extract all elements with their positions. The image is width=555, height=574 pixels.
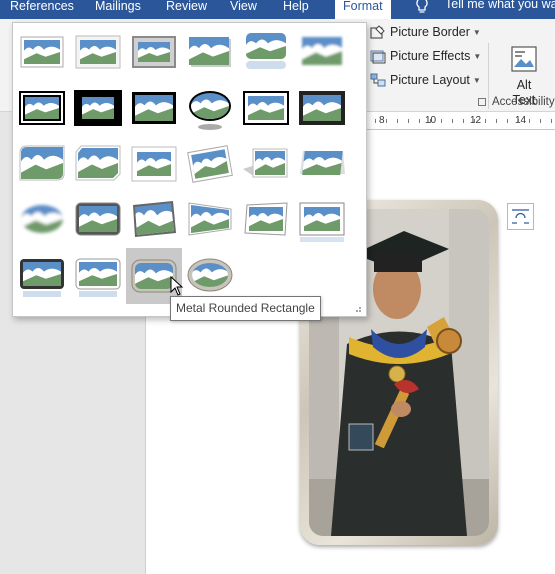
picture-style-simple-frame-white[interactable] [14,24,70,80]
ruler-tick [474,119,475,123]
picture-style-reflected-bevel-black[interactable] [294,192,350,248]
ruler-number: 12 [470,115,482,126]
ruler-number: 14 [515,115,527,126]
picture-style-compound-frame-black[interactable] [238,80,294,136]
ruler-tick [485,119,486,123]
picture-style-center-shadow-rectangle[interactable] [294,80,350,136]
alt-text-icon [511,46,537,72]
tell-me-text: Tell me what you want to do [445,0,555,11]
group-separator [488,43,489,109]
horizontal-ruler: 8101214 [345,112,555,130]
ruler-tick [463,119,464,123]
picture-style-rounded-diagonal-corner-white[interactable] [14,136,70,192]
ruler-tick [507,119,508,123]
picture-style-perspective-shadow-white[interactable] [238,136,294,192]
tab-mailings[interactable]: Mailings [95,0,141,19]
picture-style-beveled-oval-black[interactable] [182,80,238,136]
picture-style-double-frame-black[interactable] [14,80,70,136]
picture-layout-label: Picture Layout [390,73,470,87]
alt-text-line1: Alt [516,78,532,92]
picture-style-bevel-rectangle[interactable] [70,192,126,248]
ruler-tick [551,119,552,123]
picture-effects-label: Picture Effects [390,49,471,63]
ruler-tick [419,119,420,123]
ruler-tick [518,119,519,123]
picture-style-bevel-perspective[interactable] [126,192,182,248]
ruler-tick [441,119,442,123]
picture-style-reflected-perspective-right[interactable] [182,192,238,248]
ribbon-tab-bar: Tell me what you want to do References Ma… [0,0,555,19]
picture-layout-icon [370,73,386,87]
dialog-launcher-icon[interactable] [478,98,486,106]
chevron-down-icon: ▼ [472,27,481,37]
picture-style-drop-shadow-rectangle[interactable] [182,24,238,80]
ruler-tick [452,119,453,123]
picture-style-snip-diagonal-corner-white[interactable] [70,136,126,192]
picture-style-beveled-matte-white[interactable] [70,24,126,80]
ruler-tick [397,119,398,123]
picture-style-thick-matte-black[interactable] [70,80,126,136]
tell-me-search[interactable]: Tell me what you want to do [403,0,555,19]
layout-options-icon[interactable] [507,203,534,230]
picture-border-label: Picture Border [390,25,470,39]
ruler-tick [496,119,497,123]
picture-border-icon [370,25,385,39]
ruler-tick [430,119,431,123]
ruler-tick [408,119,409,123]
lightbulb-icon [416,0,428,13]
picture-style-reflected-bevel-white[interactable] [14,248,70,304]
picture-style-metal-frame[interactable] [126,24,182,80]
ruler-tick [375,119,376,123]
picture-style-bevel-perspective-left-white[interactable] [238,192,294,248]
picture-styles-gallery [12,22,367,317]
tab-view[interactable]: View [230,0,257,19]
picture-style-relaxed-perspective-white[interactable] [294,136,350,192]
picture-effects-icon [370,50,386,64]
tab-format[interactable]: Format [335,0,391,19]
ruler-tick [529,119,530,123]
picture-layout-button[interactable]: Picture Layout ▼ [370,70,481,90]
tab-references[interactable]: References [10,0,74,19]
picture-style-soft-edge-rectangle[interactable] [294,24,350,80]
picture-style-soft-edge-oval[interactable] [14,192,70,248]
chevron-down-icon: ▼ [472,75,481,85]
style-tooltip: Metal Rounded Rectangle [170,296,321,321]
tab-help[interactable]: Help [283,0,309,19]
layout-options-glyph [512,209,529,224]
mouse-pointer-icon [170,276,184,296]
picture-style-reflected-rounded-rectangle[interactable] [238,24,294,80]
picture-border-button[interactable]: Picture Border ▼ [370,22,481,42]
ruler-tick [540,119,541,123]
picture-effects-button[interactable]: Picture Effects ▼ [370,46,481,66]
picture-style-simple-frame-black[interactable] [126,80,182,136]
ruler-tick [386,119,387,123]
chevron-down-icon: ▼ [473,51,482,61]
resize-grip-icon[interactable] [353,304,362,313]
tab-review[interactable]: Review [166,0,207,19]
ruler-number: 8 [379,115,385,126]
accessibility-group-label: Accessibility [492,96,555,108]
picture-style-moderate-frame-white[interactable] [126,136,182,192]
picture-style-metal-rounded-rectangle[interactable] [70,248,126,304]
picture-style-rotated-white[interactable] [182,136,238,192]
